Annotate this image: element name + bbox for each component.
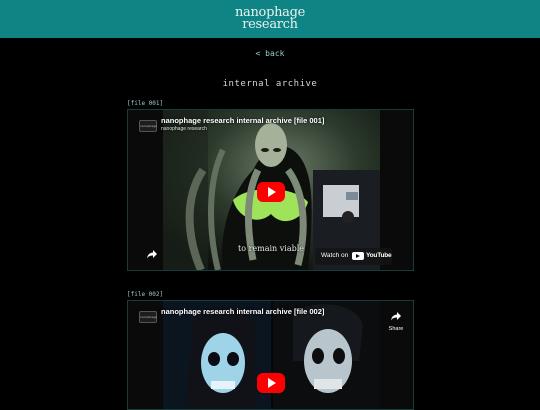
- video-thumbnail: [163, 301, 380, 409]
- site-logo[interactable]: nanophage research: [232, 6, 308, 33]
- video-embed-file-002[interactable]: nanophage nanophage research internal ar…: [127, 300, 414, 410]
- channel-avatar[interactable]: nanophage: [139, 120, 157, 132]
- file-label: [file 002]: [127, 291, 164, 298]
- channel-avatar[interactable]: nanophage: [139, 311, 157, 323]
- page-title: internal archive: [222, 79, 318, 89]
- share-label: Share: [388, 326, 404, 332]
- video-title[interactable]: nanophage research internal archive [fil…: [161, 307, 324, 316]
- share-button[interactable]: Share: [383, 306, 409, 332]
- logo-line-2: research: [242, 17, 298, 32]
- video-channel-name[interactable]: nanophage research: [161, 126, 207, 132]
- play-button[interactable]: [257, 373, 285, 393]
- share-arrow-icon[interactable]: [146, 249, 158, 259]
- back-link[interactable]: < back: [0, 49, 540, 58]
- file-label: [file 001]: [127, 100, 164, 107]
- youtube-play-icon: [352, 252, 364, 260]
- play-button[interactable]: [257, 182, 285, 202]
- video-subtitle: to remain viable: [238, 244, 305, 253]
- watch-on-youtube-button[interactable]: Watch on YouTube: [315, 248, 392, 265]
- watch-on-label: Watch on: [321, 252, 349, 259]
- video-embed-file-001[interactable]: nanophage nanophage research internal ar…: [127, 109, 414, 271]
- share-arrow-icon: [391, 312, 401, 321]
- video-title[interactable]: nanophage research internal archive [fil…: [161, 116, 324, 125]
- site-header: nanophage research: [0, 0, 540, 38]
- youtube-wordmark: YouTube: [366, 252, 392, 259]
